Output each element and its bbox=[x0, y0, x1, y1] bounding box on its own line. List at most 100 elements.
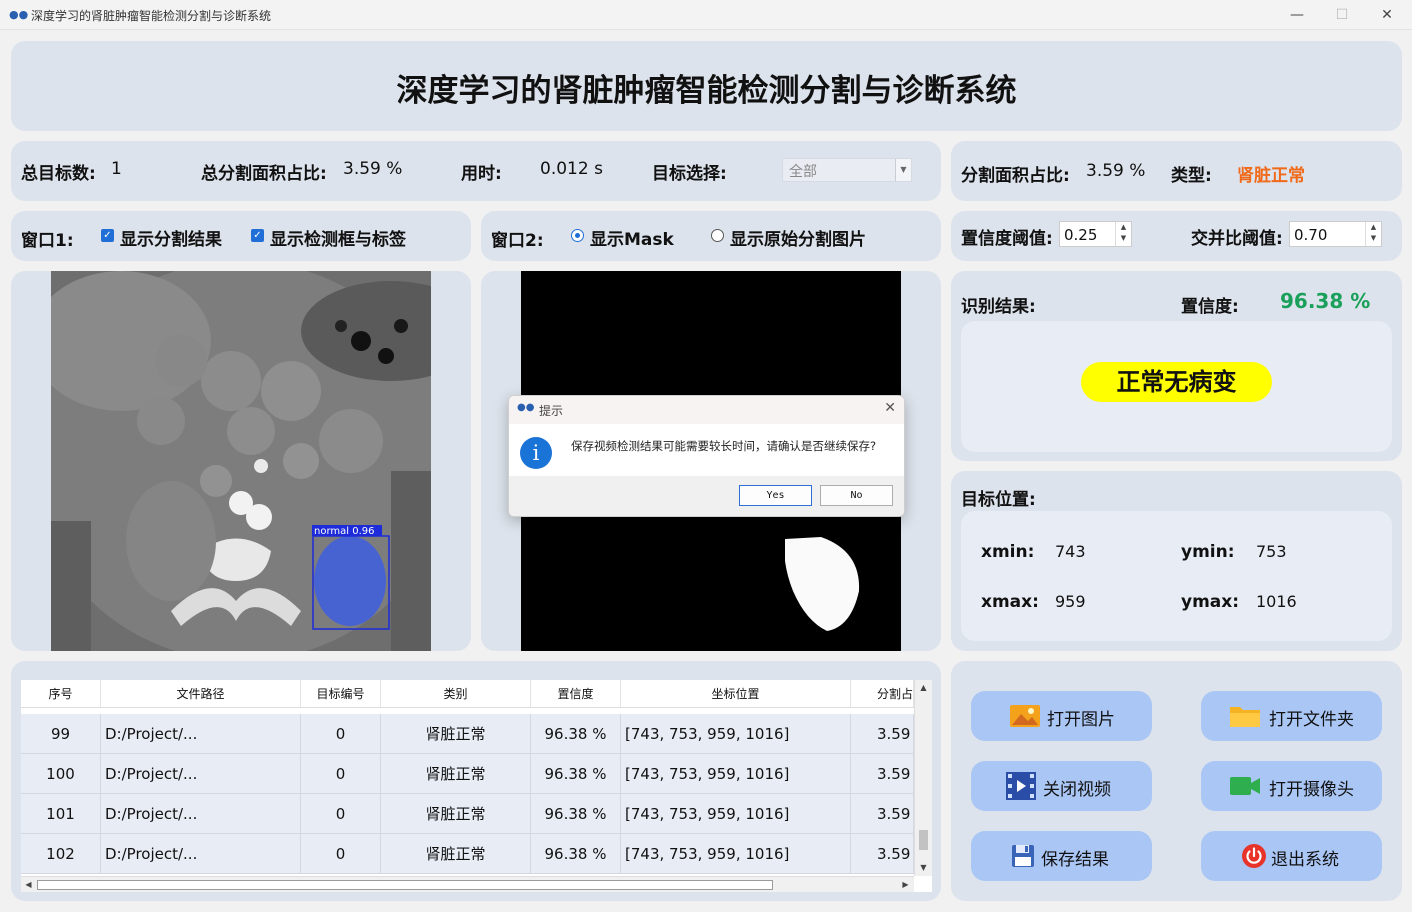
cell-seg-ratio: 3.59 % bbox=[851, 834, 914, 874]
header-target-id[interactable]: 目标编号 bbox=[301, 680, 381, 708]
cell-file-path: D:/Project/... bbox=[101, 754, 301, 794]
cell-target-id: 0 bbox=[301, 754, 381, 794]
confidence-threshold-label: 置信度阈值: bbox=[961, 229, 1053, 249]
show-seg-checkbox[interactable]: ✓ bbox=[101, 229, 114, 242]
scroll-up-icon[interactable]: ▲ bbox=[915, 680, 932, 695]
total-targets-value: 1 bbox=[111, 159, 122, 179]
table-horizontal-scrollbar[interactable]: ◀ ▶ bbox=[21, 876, 914, 892]
header-class[interactable]: 类别 bbox=[381, 680, 531, 708]
show-box-checkbox[interactable]: ✓ bbox=[251, 229, 264, 242]
ymin-label: ymin: bbox=[1181, 542, 1235, 562]
table-row[interactable]: 102 D:/Project/... 0 肾脏正常 96.38 % [743, … bbox=[21, 834, 914, 874]
confidence-value: 96.38 % bbox=[1280, 289, 1371, 313]
power-icon bbox=[1242, 844, 1266, 868]
detection-box-label: normal 0.96 bbox=[314, 526, 374, 537]
header-confidence[interactable]: 置信度 bbox=[531, 680, 621, 708]
result-label: 识别结果: bbox=[961, 297, 1036, 317]
cell-target-id: 0 bbox=[301, 834, 381, 874]
table-vertical-scrollbar[interactable]: ▲ ▼ bbox=[914, 680, 932, 876]
minimize-button[interactable]: — bbox=[1287, 5, 1307, 25]
show-mask-label[interactable]: 显示Mask bbox=[590, 225, 674, 250]
target-select-value: 全部 bbox=[789, 164, 817, 180]
xmax-label: xmax: bbox=[981, 592, 1039, 612]
type-value: 肾脏正常 bbox=[1237, 166, 1305, 186]
header-index[interactable]: 序号 bbox=[21, 680, 101, 708]
info-icon: i bbox=[520, 437, 552, 469]
total-area-value: 3.59 % bbox=[343, 159, 403, 179]
image-icon bbox=[1010, 705, 1040, 727]
target-select-label: 目标选择: bbox=[652, 164, 727, 184]
dialog-yes-button[interactable]: Yes bbox=[739, 485, 812, 506]
table-row[interactable]: 99 D:/Project/... 0 肾脏正常 96.38 % [743, 7… bbox=[21, 714, 914, 754]
ct-scan-image: normal 0.96 bbox=[51, 271, 431, 651]
spin-arrows-icon[interactable]: ▲ ▼ bbox=[1365, 222, 1381, 246]
results-table: 序号 文件路径 目标编号 类别 置信度 坐标位置 分割占 99 D:/Proje… bbox=[21, 680, 932, 892]
header-seg-ratio[interactable]: 分割占 bbox=[851, 680, 914, 708]
dialog-message: 保存视频检测结果可能需要较长时间，请确认是否继续保存? bbox=[571, 439, 877, 453]
xmax-value: 959 bbox=[1055, 592, 1086, 611]
camera-icon bbox=[1230, 777, 1260, 795]
show-box-label[interactable]: 显示检测框与标签 bbox=[270, 225, 406, 250]
cell-coordinates: [743, 753, 959, 1016] bbox=[621, 834, 851, 874]
cell-class: 肾脏正常 bbox=[381, 834, 531, 874]
save-result-button[interactable]: 保存结果 bbox=[971, 831, 1152, 881]
kidney-app-icon: ●● bbox=[9, 8, 29, 21]
open-folder-label: 打开文件夹 bbox=[1269, 710, 1354, 730]
maximize-button[interactable]: ☐ bbox=[1332, 5, 1352, 25]
show-seg-label[interactable]: 显示分割结果 bbox=[120, 225, 222, 250]
table-row[interactable]: 100 D:/Project/... 0 肾脏正常 96.38 % [743, … bbox=[21, 754, 914, 794]
cell-file-path: D:/Project/... bbox=[101, 834, 301, 874]
cell-seg-ratio: 3.59 % bbox=[851, 794, 914, 834]
open-camera-button[interactable]: 打开摄像头 bbox=[1201, 761, 1382, 811]
cell-class: 肾脏正常 bbox=[381, 714, 531, 754]
open-folder-button[interactable]: 打开文件夹 bbox=[1201, 691, 1382, 741]
chevron-down-icon: ▼ bbox=[895, 159, 911, 181]
cell-confidence: 96.38 % bbox=[531, 754, 621, 794]
save-disk-icon bbox=[1012, 845, 1034, 867]
window-titlebar: ●● 深度学习的肾脏肿瘤智能检测分割与诊断系统 — ☐ ✕ bbox=[0, 0, 1412, 30]
video-icon bbox=[1006, 772, 1036, 800]
exit-system-button[interactable]: 退出系统 bbox=[1201, 831, 1382, 881]
area-ratio-label: 分割面积占比: bbox=[961, 166, 1070, 186]
iou-threshold-spinbox[interactable]: 0.70 ▲ ▼ bbox=[1289, 221, 1382, 247]
time-value: 0.012 s bbox=[540, 159, 603, 179]
iou-threshold-label: 交并比阈值: bbox=[1191, 229, 1283, 249]
close-video-label: 关闭视频 bbox=[1043, 780, 1111, 800]
close-window-button[interactable]: ✕ bbox=[1377, 5, 1397, 25]
position-label: 目标位置: bbox=[961, 490, 1036, 510]
confidence-threshold-value: 0.25 bbox=[1064, 226, 1098, 244]
dialog-no-button[interactable]: No bbox=[820, 485, 893, 506]
dialog-close-icon[interactable]: ✕ bbox=[884, 400, 896, 416]
confidence-threshold-spinbox[interactable]: 0.25 ▲ ▼ bbox=[1059, 221, 1132, 247]
ymax-value: 1016 bbox=[1256, 592, 1297, 611]
header-file-path[interactable]: 文件路径 bbox=[101, 680, 301, 708]
open-camera-label: 打开摄像头 bbox=[1269, 780, 1354, 800]
ymin-value: 753 bbox=[1256, 542, 1287, 561]
cell-seg-ratio: 3.59 % bbox=[851, 754, 914, 794]
table-row[interactable]: 101 D:/Project/... 0 肾脏正常 96.38 % [743, … bbox=[21, 794, 914, 834]
spin-arrows-icon[interactable]: ▲ ▼ bbox=[1115, 222, 1131, 246]
show-mask-radio[interactable] bbox=[571, 229, 584, 242]
cell-index: 99 bbox=[21, 714, 101, 754]
vertical-scroll-thumb[interactable] bbox=[919, 830, 928, 850]
target-select-dropdown[interactable]: 全部 ▼ bbox=[782, 158, 912, 182]
scroll-right-icon[interactable]: ▶ bbox=[898, 877, 913, 892]
confidence-label: 置信度: bbox=[1181, 297, 1239, 317]
cell-coordinates: [743, 753, 959, 1016] bbox=[621, 754, 851, 794]
xmin-value: 743 bbox=[1055, 542, 1086, 561]
open-image-label: 打开图片 bbox=[1047, 710, 1115, 730]
scroll-left-icon[interactable]: ◀ bbox=[21, 877, 36, 892]
close-video-button[interactable]: 关闭视频 bbox=[971, 761, 1152, 811]
table-header: 序号 文件路径 目标编号 类别 置信度 坐标位置 分割占 bbox=[21, 680, 914, 708]
horizontal-scroll-thumb[interactable] bbox=[37, 880, 773, 890]
show-original-radio[interactable] bbox=[711, 229, 724, 242]
show-original-label[interactable]: 显示原始分割图片 bbox=[730, 225, 866, 250]
open-image-button[interactable]: 打开图片 bbox=[971, 691, 1152, 741]
type-label: 类型: bbox=[1171, 166, 1212, 186]
cell-file-path: D:/Project/... bbox=[101, 714, 301, 754]
scroll-down-icon[interactable]: ▼ bbox=[915, 860, 932, 875]
cell-confidence: 96.38 % bbox=[531, 714, 621, 754]
cell-index: 100 bbox=[21, 754, 101, 794]
header-coordinates[interactable]: 坐标位置 bbox=[621, 680, 851, 708]
cell-index: 102 bbox=[21, 834, 101, 874]
